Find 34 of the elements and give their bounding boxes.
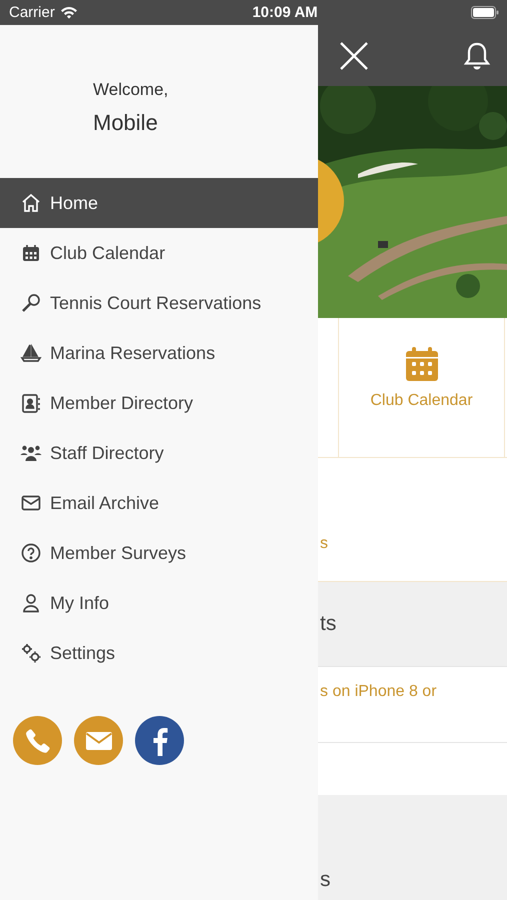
section-heading: s — [320, 868, 330, 892]
close-icon[interactable] — [339, 40, 369, 70]
menu-item[interactable]: Member Directory — [0, 378, 318, 428]
facebook-icon — [150, 726, 168, 756]
carrier-name: Carrier — [9, 4, 55, 21]
clock-time: 10:09 AM — [252, 4, 318, 21]
menu-item[interactable]: Member Surveys — [0, 528, 318, 578]
menu-item[interactable]: Settings — [0, 628, 318, 678]
calendar-icon — [20, 242, 42, 264]
menu-item[interactable]: My Info — [0, 578, 318, 628]
facebook-button[interactable] — [135, 716, 184, 765]
help-icon — [20, 542, 42, 564]
battery-icon — [471, 6, 499, 19]
menu-item[interactable]: Staff Directory — [0, 428, 318, 478]
greeting-text: Welcome, — [93, 80, 170, 100]
phone-button[interactable] — [13, 716, 62, 765]
calendar-icon — [404, 346, 438, 382]
email-button[interactable] — [74, 716, 123, 765]
menu-item[interactable]: Marina Reservations — [0, 328, 318, 378]
sailboat-icon — [20, 342, 42, 364]
racket-icon — [20, 292, 42, 314]
phone-icon — [24, 726, 52, 754]
person-icon — [20, 592, 42, 614]
menu-item[interactable]: Club Calendar — [0, 228, 318, 278]
user-name: Mobile — [93, 110, 159, 136]
menu-item[interactable]: Tennis Court Reservations — [0, 278, 318, 328]
menu-item[interactable]: Home — [0, 178, 318, 228]
home-icon — [20, 192, 42, 214]
bell-icon[interactable] — [463, 40, 491, 70]
section-heading: ts — [320, 612, 336, 636]
menu-item[interactable]: Email Archive — [0, 478, 318, 528]
contact-card-icon — [20, 392, 42, 414]
settings-icon — [20, 642, 42, 664]
wifi-icon — [60, 6, 78, 19]
